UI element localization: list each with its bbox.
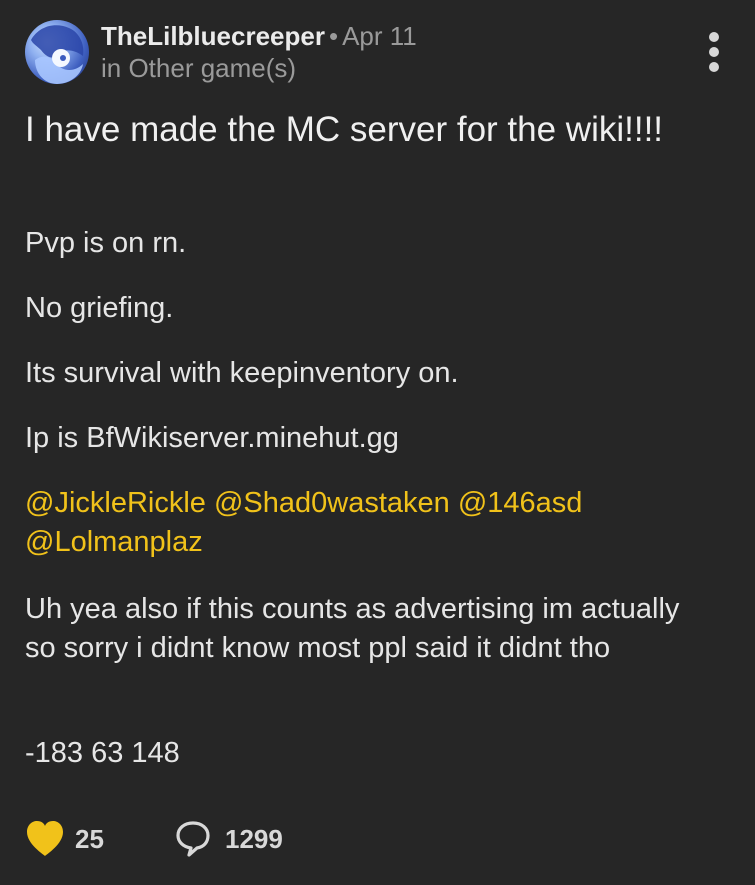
mentions-paragraph: @JickleRickle @Shad0wastaken @146asd @Lo… [25,484,730,562]
mention-link[interactable]: @146asd [458,487,583,519]
post-category[interactable]: in Other game(s) [101,52,417,84]
post-paragraph: Ip is BfWikiserver.minehut.gg [25,422,399,454]
kebab-dot [709,47,719,57]
mention-link[interactable]: @Shad0wastaken [214,487,450,519]
like-count: 25 [75,824,104,854]
mention-link[interactable]: @Lolmanplaz [25,526,203,558]
post-paragraph: No griefing. [25,292,174,324]
more-vertical-icon[interactable] [704,32,724,72]
speech-bubble-icon[interactable] [175,820,211,858]
author-name[interactable]: TheLilbluecreeper [101,21,325,51]
post-paragraph: -183 63 148 [25,737,180,769]
post-meta: TheLilbluecreeper • Apr 11 in Other game(s… [101,20,417,84]
mention-link[interactable]: @JickleRickle [25,487,206,519]
avatar[interactable] [25,20,89,84]
kebab-dot [709,62,719,72]
kebab-dot [709,32,719,42]
comment-count: 1299 [225,824,283,854]
post-date: Apr 11 [342,21,417,51]
post-paragraph: Uh yea also if this counts as advertisin… [25,593,680,664]
post-header: TheLilbluecreeper • Apr 11 in Other game(s… [25,20,730,86]
post-paragraph: Pvp is on rn. [25,227,187,259]
post-paragraph: Its survival with keepinventory on. [25,357,459,389]
byline-separator: • [328,21,339,51]
post-footer: 25 1299 [25,818,725,860]
post-title: I have made the MC server for the wiki!!… [25,110,664,149]
heart-icon[interactable] [25,820,65,858]
byline: TheLilbluecreeper • Apr 11 [101,20,417,52]
